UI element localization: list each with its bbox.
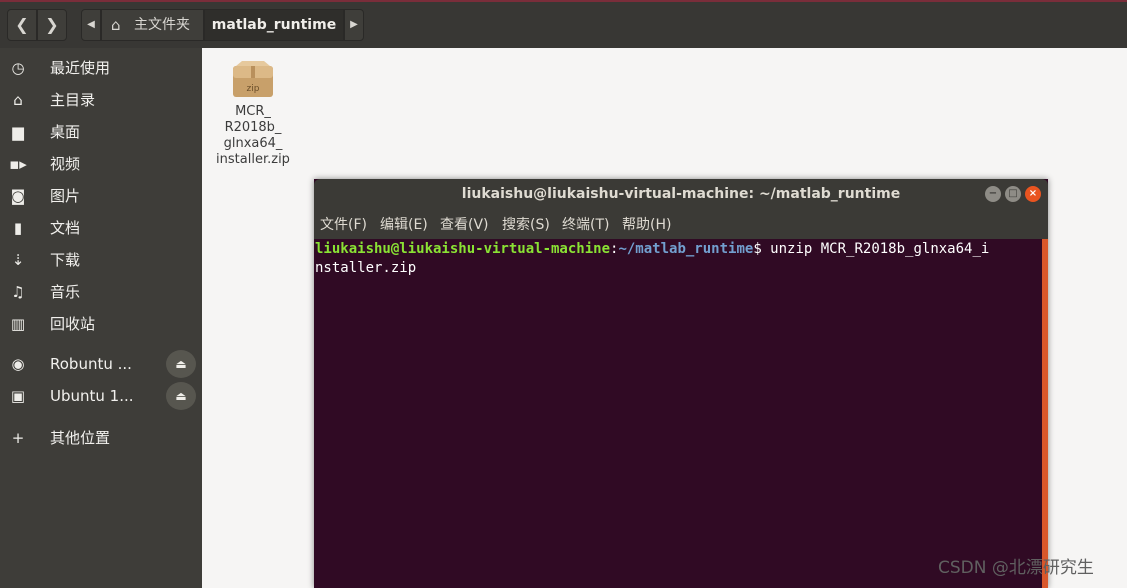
back-button[interactable]: ❮	[7, 9, 37, 41]
sidebar-item-ubuntu-drive[interactable]: ▣ Ubuntu 1... ⏏	[0, 380, 202, 412]
terminal-scrollbar[interactable]	[1042, 239, 1048, 588]
breadcrumb-home-label: 主文件夹	[134, 17, 190, 33]
terminal-line: liukaishu@liukaishu-virtual-machine:~/ma…	[315, 240, 989, 259]
menu-file[interactable]: 文件(F)	[320, 209, 367, 241]
sidebar-item-desktop[interactable]: ▆ 桌面	[0, 116, 202, 148]
close-button[interactable]: ×	[1025, 186, 1041, 202]
sidebar-item-label: 最近使用	[50, 59, 111, 77]
music-icon: ♫	[11, 283, 25, 301]
sidebar-item-label: 音乐	[50, 283, 81, 301]
forward-button[interactable]: ❯	[37, 9, 67, 41]
sidebar-item-videos[interactable]: ▪▸ 视频	[0, 148, 202, 180]
disc-icon: ◉	[11, 355, 25, 373]
terminal-menubar: 文件(F) 编辑(E) 查看(V) 搜索(S) 终端(T) 帮助(H)	[314, 209, 1048, 239]
sidebar-item-downloads[interactable]: ⇣ 下载	[0, 244, 202, 276]
sidebar-item-home[interactable]: ⌂ 主目录	[0, 84, 202, 116]
trash-icon: ▥	[10, 315, 26, 333]
camera-icon: ◙	[10, 187, 26, 205]
chevron-right-icon: ❯	[45, 15, 59, 34]
document-icon: ▮	[13, 219, 23, 237]
terminal-title: liukaishu@liukaishu-virtual-machine: ~/m…	[461, 186, 901, 202]
terminal-line: nstaller.zip	[315, 259, 416, 278]
sidebar-item-other-locations[interactable]: + 其他位置	[0, 422, 202, 454]
terminal-title-bar[interactable]: liukaishu@liukaishu-virtual-machine: ~/m…	[314, 179, 1048, 209]
file-name: MCR_ R2018b_ glnxa64_ installer.zip	[216, 104, 290, 167]
sidebar-item-label: 下载	[50, 251, 81, 269]
clock-icon: ◷	[11, 59, 25, 77]
eject-button[interactable]: ⏏	[166, 382, 196, 410]
sidebar-item-label: Robuntu ...	[50, 355, 132, 373]
home-icon: ⌂	[13, 91, 23, 109]
chevron-left-icon: ❮	[15, 15, 29, 34]
download-icon: ⇣	[11, 251, 25, 269]
video-icon: ▪▸	[9, 155, 27, 173]
folder-icon: ▆	[12, 123, 24, 141]
sidebar-item-label: 主目录	[50, 91, 96, 109]
home-icon: ⌂	[111, 16, 121, 34]
sidebar: ◷ 最近使用 ⌂ 主目录 ▆ 桌面 ▪▸ 视频 ◙ 图片 ▮ 文档 ⇣ 下载 ♫	[0, 48, 202, 588]
prompt-path: ~/matlab_runtime	[618, 241, 754, 257]
sidebar-item-robuntu-disc[interactable]: ◉ Robuntu ... ⏏	[0, 348, 202, 380]
sidebar-item-label: 文档	[50, 219, 81, 237]
breadcrumb-scroll-left-button[interactable]: ◀	[81, 9, 101, 41]
menu-search[interactable]: 搜索(S)	[502, 209, 550, 241]
menu-edit[interactable]: 编辑(E)	[380, 209, 428, 241]
terminal-window: liukaishu@liukaishu-virtual-machine: ~/m…	[314, 179, 1048, 588]
command-text: unzip MCR_R2018b_glnxa64_i	[770, 241, 990, 257]
menu-view[interactable]: 查看(V)	[440, 209, 489, 241]
sidebar-item-label: 回收站	[50, 315, 96, 333]
breadcrumb-current-label: matlab_runtime	[211, 17, 337, 33]
menu-terminal[interactable]: 终端(T)	[562, 209, 609, 241]
triangle-left-icon: ◀	[87, 19, 95, 30]
sidebar-item-trash[interactable]: ▥ 回收站	[0, 308, 202, 340]
sidebar-item-recent[interactable]: ◷ 最近使用	[0, 52, 202, 84]
sidebar-item-label: 桌面	[50, 123, 81, 141]
watermark: CSDN @北漂研究生	[938, 558, 1094, 578]
breadcrumb-scroll-right-button[interactable]: ▶	[344, 9, 364, 41]
prompt-user: liukaishu@liukaishu-virtual-machine	[315, 241, 611, 257]
prompt-symbol: $	[753, 241, 771, 257]
svg-text:zip: zip	[247, 84, 260, 94]
sidebar-item-music[interactable]: ♫ 音乐	[0, 276, 202, 308]
sidebar-item-documents[interactable]: ▮ 文档	[0, 212, 202, 244]
terminal-output[interactable]: liukaishu@liukaishu-virtual-machine:~/ma…	[314, 239, 1042, 588]
drive-icon: ▣	[10, 387, 26, 405]
menu-help[interactable]: 帮助(H)	[622, 209, 671, 241]
maximize-button[interactable]: □	[1005, 186, 1021, 202]
minimize-button[interactable]: −	[985, 186, 1001, 202]
file-manager-window: ❮ ❯ ◀ ⌂ 主文件夹 matlab_runtime ▶ ◷ 最近使用 ⌂ 主…	[0, 0, 1127, 588]
eject-button[interactable]: ⏏	[166, 350, 196, 378]
sidebar-item-label: Ubuntu 1...	[50, 387, 134, 405]
breadcrumb-current-folder[interactable]: matlab_runtime	[204, 9, 344, 41]
sidebar-item-label: 图片	[50, 187, 81, 205]
sidebar-item-label: 其他位置	[50, 429, 111, 447]
triangle-right-icon: ▶	[350, 19, 358, 30]
sidebar-item-label: 视频	[50, 155, 81, 173]
header-bar: ❮ ❯ ◀ ⌂ 主文件夹 matlab_runtime ▶	[0, 0, 1127, 48]
plus-icon: +	[11, 429, 25, 447]
zip-archive-icon: zip	[233, 61, 273, 97]
command-text-continued: nstaller.zip	[315, 260, 417, 276]
breadcrumb-home[interactable]: ⌂ 主文件夹	[101, 9, 204, 41]
sidebar-item-pictures[interactable]: ◙ 图片	[0, 180, 202, 212]
